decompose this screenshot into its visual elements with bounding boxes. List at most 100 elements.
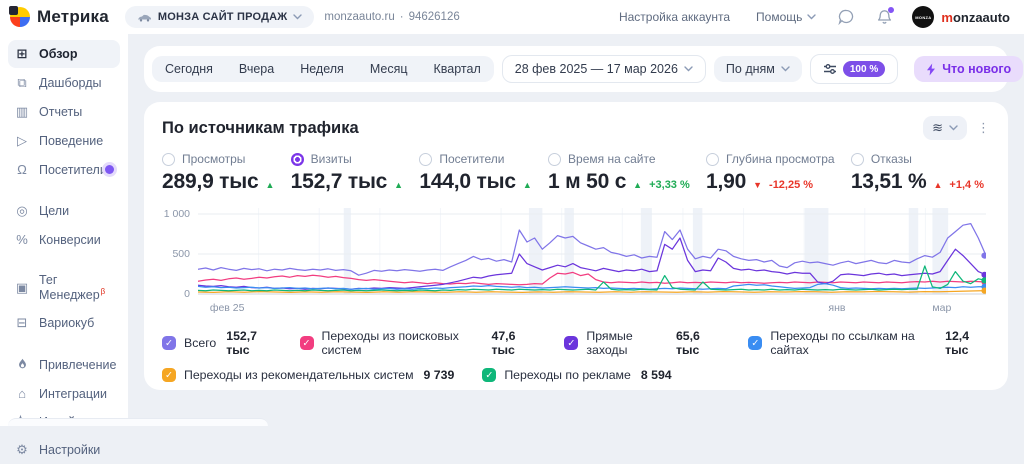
metric-value: 289,9 тыс (162, 170, 258, 194)
radio-unselected[interactable] (706, 153, 719, 166)
chevron-down-icon (293, 14, 302, 20)
card-more-button[interactable]: ⋮ (977, 120, 990, 136)
counter-meta: monzaauto.ru · 94626126 (324, 11, 459, 23)
legend-recommendations[interactable]: ✓ Переходы из рекомендательных систем 9 … (162, 368, 454, 382)
metric-visitors[interactable]: Посетители 144,0 тыс ▲ (419, 152, 531, 194)
granularity-select[interactable]: По дням (714, 56, 802, 82)
checkbox-checked[interactable]: ✓ (482, 368, 496, 382)
legend-label: Переходы по ссылкам на сайтах (770, 329, 935, 357)
traffic-sources-card: По источникам трафика ≋ ⋮ Просмотры 289,… (144, 102, 1008, 390)
chevron-down-icon (781, 66, 790, 72)
checkbox-checked[interactable]: ✓ (300, 336, 314, 350)
dashboards-icon: ⧉ (14, 75, 30, 91)
notification-dot (888, 7, 894, 13)
sidebar-item-behavior[interactable]: ▷ Поведение (8, 127, 120, 155)
trend-down-icon: ▼ (753, 180, 762, 190)
trend-up-icon: ▲ (265, 180, 274, 190)
legend-label: Всего (184, 336, 216, 350)
sidebar-item-variocube[interactable]: ⊟ Вариокуб (8, 309, 120, 337)
flame-icon (14, 357, 30, 373)
sidebar-item-dashboards[interactable]: ⧉ Дашборды (8, 69, 120, 97)
date-preset-group: Сегодня Вчера Неделя Месяц Квартал (152, 56, 494, 82)
preset-week[interactable]: Неделя (287, 56, 357, 82)
whats-new-label: Что нового (942, 62, 1011, 76)
legend-value: 9 739 (424, 368, 455, 382)
metric-label: Глубина просмотра (726, 152, 835, 166)
checkbox-checked[interactable]: ✓ (162, 368, 176, 382)
radio-unselected[interactable] (162, 153, 175, 166)
sidebar-label: Вариокуб (39, 316, 94, 330)
sidebar-item-integrations[interactable]: ⌂ Интеграции (8, 380, 120, 407)
radio-selected[interactable] (291, 153, 304, 166)
whats-new-button[interactable]: Что нового (914, 56, 1023, 82)
sidebar-item-settings[interactable]: ⚙ Настройки (8, 436, 120, 464)
preset-yesterday[interactable]: Вчера (226, 56, 287, 82)
legend-label: Переходы по рекламе (504, 368, 631, 382)
sidebar-item-acquisition[interactable]: Привлечение (8, 351, 120, 379)
y-tick-label: 1 000 (164, 208, 190, 220)
sliders-icon (823, 63, 837, 75)
lightning-icon (926, 63, 936, 76)
legend-search[interactable]: ✓ Переходы из поисковых систем 47,6 тыс (300, 329, 537, 357)
sidebar-item-overview[interactable]: ⊞ Обзор (8, 40, 120, 68)
sidebar-label: Отчеты (39, 105, 82, 119)
counter-selector[interactable]: МОНЗА САЙТ ПРОДАЖ (125, 6, 314, 28)
metric-label: Просмотры (182, 152, 245, 166)
preset-today[interactable]: Сегодня (152, 56, 226, 82)
date-range-picker[interactable]: 28 фев 2025 — 17 мар 2026 (502, 55, 706, 83)
sidebar-item-visitors[interactable]: Ω Посетители (8, 156, 120, 183)
legend-site-links[interactable]: ✓ Переходы по ссылкам на сайтах 12,4 тыс (748, 329, 990, 357)
checkbox-checked[interactable]: ✓ (748, 336, 762, 350)
legend-ads[interactable]: ✓ Переходы по рекламе 8 594 (482, 368, 671, 382)
waves-icon: ≋ (932, 120, 943, 136)
sidebar-item-goals[interactable]: ◎ Цели (8, 197, 120, 225)
sidebar-item-conversions[interactable]: % Конверсии (8, 226, 120, 253)
sidebar-item-reports[interactable]: ▥ Отчеты (8, 98, 120, 126)
metric-delta: +1,4 % (949, 179, 984, 191)
play-icon: ▷ (14, 133, 30, 149)
account-settings-link[interactable]: Настройка аккаунта (619, 10, 730, 24)
avatar[interactable]: MONZA (912, 6, 934, 28)
checkbox-checked[interactable]: ✓ (564, 336, 578, 350)
metric-value: 152,7 тыс (291, 170, 387, 194)
sampling-control[interactable]: 100 % (810, 54, 898, 84)
legend-label: Прямые заходы (586, 329, 666, 357)
metric-time-on-site[interactable]: Время на сайте 1 м 50 с ▲ +3,33 % (548, 152, 690, 194)
sidebar-item-tag-manager[interactable]: ▣ Тег Менеджерβ (8, 267, 120, 308)
legend-value: 47,6 тыс (491, 329, 536, 357)
radio-unselected[interactable] (851, 153, 864, 166)
sidebar: ⊞ Обзор ⧉ Дашборды ▥ Отчеты ▷ Поведение … (0, 34, 128, 426)
puzzle-icon: ⌂ (14, 386, 30, 401)
radio-unselected[interactable] (548, 153, 561, 166)
square-icon: ⊟ (14, 315, 30, 331)
preset-month[interactable]: Месяц (357, 56, 421, 82)
checkbox-checked[interactable]: ✓ (162, 336, 176, 350)
y-tick-label: 0 (184, 288, 190, 300)
metric-pageviews[interactable]: Просмотры 289,9 тыс ▲ (162, 152, 274, 194)
notifications-button[interactable] (877, 9, 892, 25)
metrika-logo[interactable]: Метрика (10, 7, 109, 27)
help-label: Помощь (756, 10, 802, 24)
metric-value: 1,90 (706, 170, 746, 194)
grid-icon: ⊞ (14, 46, 30, 62)
legend-total[interactable]: ✓ Всего 152,7 тыс (162, 329, 272, 357)
chart-legend: ✓ Всего 152,7 тыс ✓ Переходы из поисковы… (162, 329, 990, 382)
chart-x-axis: фев 25янвмар (198, 302, 986, 316)
metric-depth[interactable]: Глубина просмотра 1,90 ▼ -12,25 % (706, 152, 835, 194)
sidebar-label: Конверсии (39, 233, 101, 247)
toolbar: Сегодня Вчера Неделя Месяц Квартал 28 фе… (144, 46, 1008, 92)
metric-bounce-rate[interactable]: Отказы 13,51 % ▲ +1,4 % (851, 152, 984, 194)
metric-visits[interactable]: Визиты 152,7 тыс ▲ (291, 152, 403, 194)
traffic-chart[interactable]: 05001 000 фев 25янвмар (162, 208, 990, 318)
traffic-chart-svg[interactable] (198, 208, 986, 300)
preset-quarter[interactable]: Квартал (421, 56, 494, 82)
radio-unselected[interactable] (419, 153, 432, 166)
chat-button[interactable] (838, 9, 855, 25)
help-menu[interactable]: Помощь (756, 10, 816, 24)
legend-direct[interactable]: ✓ Прямые заходы 65,6 тыс (564, 329, 720, 357)
metric-value: 144,0 тыс (419, 170, 515, 194)
sidebar-label: Цели (39, 204, 69, 218)
counter-domain[interactable]: monzaauto.ru (324, 11, 394, 23)
user-name[interactable]: monzaauto (941, 10, 1010, 25)
chart-type-select[interactable]: ≋ (923, 116, 967, 140)
